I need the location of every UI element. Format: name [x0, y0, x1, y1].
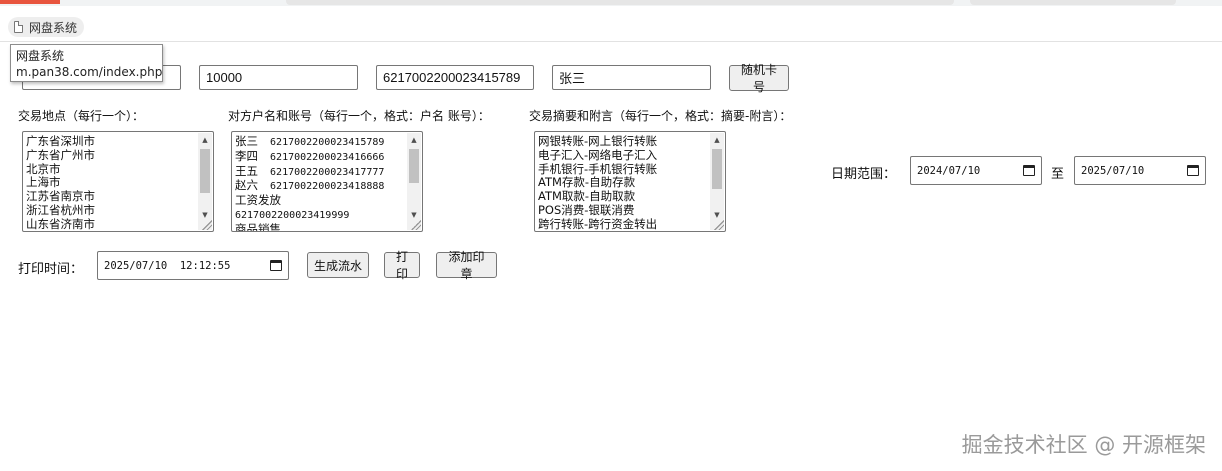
location-line: 上海市 — [26, 175, 61, 190]
counterparty-line: 工资发放 — [235, 193, 406, 208]
resize-handle-icon[interactable] — [714, 220, 724, 230]
summaries-textarea[interactable]: 网银转账-网上银行转账 电子汇入-网络电子汇入 手机银行-手机银行转账 ATM存款-自… — [534, 131, 726, 232]
resize-handle-icon[interactable] — [202, 220, 212, 230]
holder-name-input[interactable] — [552, 65, 711, 90]
add-stamp-button[interactable]: 添加印章 — [436, 250, 497, 281]
date-range-separator: 至 — [1051, 167, 1065, 182]
counterparty-account: 6217002200023417777 — [258, 166, 385, 178]
counterparties-scrollbar[interactable]: ▲ ▼ — [407, 133, 421, 230]
scroll-thumb[interactable] — [712, 149, 722, 189]
counterparty-name: 商品销售 — [235, 221, 281, 232]
counterparties-lines: 张三 6217002200023415789 李四 621700220002341… — [235, 134, 406, 232]
location-line: 北京市 — [26, 161, 61, 176]
summary-line: ATM存款-自助存款 — [538, 175, 636, 190]
random-card-button[interactable]: 随机卡号 — [729, 63, 789, 94]
counterparties-textarea[interactable]: 张三 6217002200023415789 李四 621700220002341… — [231, 131, 423, 232]
summaries-lines: 网银转账-网上银行转账 电子汇入-网络电子汇入 手机银行-手机银行转账 ATM存款-自… — [538, 134, 709, 231]
watermark-text: 掘金技术社区 @ 开源框架 — [961, 433, 1206, 457]
scroll-thumb[interactable] — [409, 149, 419, 183]
print-time-label: 打印时间： — [18, 262, 84, 277]
counterparty-account: 6217002200023419999 — [235, 209, 350, 221]
calendar-icon[interactable] — [270, 260, 282, 271]
summaries-label: 交易摘要和附言（每行一个，格式：摘要-附言）： — [529, 109, 792, 123]
location-line: 广东省广州市 — [26, 147, 95, 162]
counterparty-line: 商品销售 — [235, 221, 406, 232]
scroll-up-icon[interactable]: ▲ — [710, 133, 724, 147]
bookmark-label: 网盘系统 — [29, 20, 78, 35]
location-line: 江苏省南京市 — [26, 189, 95, 204]
tooltip-url: m.pan38.com/index.php — [16, 65, 163, 79]
address-bar-edge — [286, 0, 954, 5]
calendar-icon[interactable] — [1023, 165, 1035, 176]
browser-tab-edge — [0, 0, 60, 4]
counterparty-name: 赵六 — [235, 178, 258, 193]
counterparty-account: 6217002200023418888 — [258, 181, 385, 193]
resize-handle-icon[interactable] — [411, 220, 421, 230]
summary-line: ATM取款-自助取款 — [538, 189, 636, 204]
print-time-input[interactable]: 2025/07/10 12:12:55 — [97, 251, 289, 280]
summary-line: 手机银行-手机银行转账 — [538, 161, 658, 176]
tooltip-title: 网盘系统 — [16, 49, 65, 63]
locations-scrollbar[interactable]: ▲ ▼ — [198, 133, 212, 230]
locations-lines: 广东省深圳市 广东省广州市 北京市 上海市 江苏省南京市 浙江省杭州市 山东省济南市 — [26, 134, 197, 231]
locations-label: 交易地点（每行一个）： — [18, 109, 145, 123]
summary-line: 电子汇入-网络电子汇入 — [538, 147, 658, 162]
counterparty-line: 赵六 6217002200023418888 — [235, 178, 406, 194]
end-date-value: 2025/07/10 — [1081, 164, 1145, 177]
scroll-up-icon[interactable]: ▲ — [407, 133, 421, 147]
summary-line: 网银转账-网上银行转账 — [538, 134, 658, 148]
scroll-up-icon[interactable]: ▲ — [198, 133, 212, 147]
toolbar-edge — [970, 0, 1176, 5]
location-line: 山东省济南市 — [26, 216, 95, 231]
print-time-value: 2025/07/10 12:12:55 — [104, 259, 231, 272]
summary-line: POS消费-银联消费 — [538, 202, 635, 217]
locations-textarea[interactable]: 广东省深圳市 广东省广州市 北京市 上海市 江苏省南京市 浙江省杭州市 山东省济南市 ▲ ▼ — [22, 131, 214, 232]
location-line: 浙江省杭州市 — [26, 202, 95, 217]
summary-line: 跨行转账-跨行资金转出 — [538, 216, 658, 231]
bookmark-item-netdisk[interactable]: 网盘系统 — [8, 17, 85, 37]
scroll-thumb[interactable] — [200, 149, 210, 193]
counterparty-name: 工资发放 — [235, 193, 281, 208]
counterparty-name: 李四 — [235, 148, 258, 163]
date-range-label: 日期范围： — [831, 167, 897, 182]
bookmarks-bar — [0, 8, 1222, 42]
summaries-scrollbar[interactable]: ▲ ▼ — [710, 133, 724, 230]
counterparty-account: 6217002200023415789 — [258, 137, 385, 148]
bookmark-tooltip: 网盘系统 m.pan38.com/index.php — [10, 44, 163, 82]
start-date-value: 2024/07/10 — [917, 164, 981, 177]
generate-statement-button[interactable]: 生成流水 — [307, 252, 369, 278]
amount-input[interactable] — [199, 65, 358, 90]
page-icon — [14, 21, 23, 33]
start-date-input[interactable]: 2024/07/10 — [910, 156, 1042, 185]
counterparty-line: 王五 6217002200023417777 — [235, 163, 406, 180]
counterparty-line: 张三 6217002200023415789 — [235, 134, 406, 150]
counterparty-line: 6217002200023419999 — [235, 208, 406, 223]
print-button[interactable]: 打印 — [384, 250, 420, 281]
counterparty-account: 6217002200023416666 — [258, 151, 385, 163]
counterparties-label: 对方户名和账号（每行一个，格式：户名 账号）： — [228, 109, 490, 123]
calendar-icon[interactable] — [1187, 165, 1199, 176]
counterparty-name: 张三 — [235, 134, 258, 148]
end-date-input[interactable]: 2025/07/10 — [1074, 156, 1206, 185]
counterparty-line: 李四 6217002200023416666 — [235, 148, 406, 165]
card-number-input[interactable] — [376, 65, 534, 90]
counterparty-name: 王五 — [235, 163, 258, 178]
location-line: 广东省深圳市 — [26, 134, 95, 148]
